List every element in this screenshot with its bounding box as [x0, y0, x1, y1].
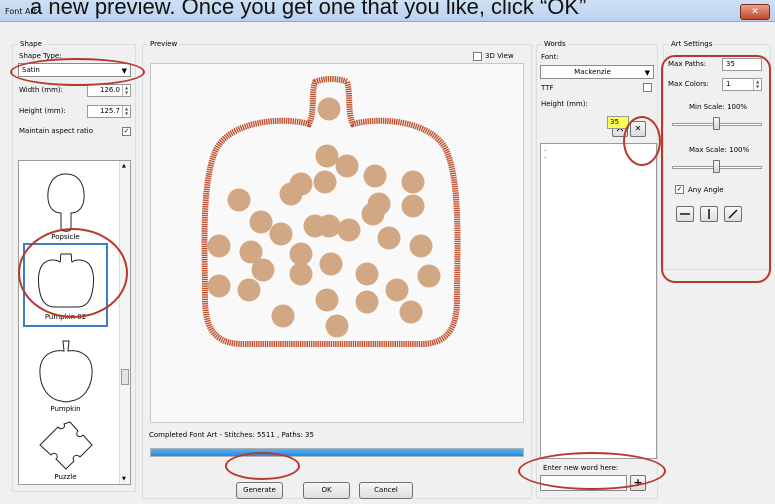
shape-group-label: Shape	[18, 40, 44, 48]
generate-button[interactable]: Generate	[236, 482, 283, 499]
stitch-dot	[315, 288, 339, 312]
stitch-dot	[269, 222, 293, 246]
view-3d-checkbox[interactable]	[473, 52, 482, 61]
word-height-label: Height (mm):	[541, 100, 588, 108]
stitch-dot	[401, 170, 425, 194]
pumpkin-preview-graphic	[201, 76, 461, 347]
stitch-dot	[337, 218, 361, 242]
progress-bar	[150, 448, 524, 457]
spinner-arrows-icon[interactable]: ▲ ▼	[122, 85, 130, 96]
height-label: Height (mm):	[19, 107, 66, 115]
dialog-body: Shape Shape Type: Satin ▼ Width (mm): 12…	[0, 22, 775, 504]
stitch-dot	[385, 278, 409, 302]
progress-fill	[151, 449, 523, 456]
stitch-dot	[325, 314, 349, 338]
stitch-dot	[251, 258, 275, 282]
words-list[interactable]: . .	[540, 143, 657, 459]
stitch-dot	[317, 97, 341, 121]
aspect-ratio-checkbox[interactable]: ✓	[122, 127, 131, 136]
stitch-dot	[289, 262, 313, 286]
stitch-dot	[319, 252, 343, 276]
stitch-dot-group	[207, 97, 441, 338]
scroll-up-icon[interactable]: ▲	[122, 163, 126, 169]
font-select[interactable]: Mackenzie ▼	[540, 65, 654, 79]
puzzle-shape-icon	[38, 421, 93, 470]
stitch-dot	[401, 194, 425, 218]
stitch-dot	[317, 214, 341, 238]
preview-group-label: Preview	[148, 40, 180, 48]
aspect-ratio-label: Maintain aspect ratio	[19, 127, 93, 135]
close-button[interactable]: ✕	[740, 4, 770, 20]
stitch-dot	[315, 144, 339, 168]
close-icon: ✕	[751, 7, 759, 17]
title-bar: Font Art a new preview. Once you get one…	[0, 0, 775, 22]
shape-list[interactable]: Popsicle Pumpkin 02 Pumpkin Puzzle ▲ ▼	[18, 160, 131, 485]
stitch-dot	[377, 226, 401, 250]
status-text: Completed Font Art - Stitches: 5511 , Pa…	[149, 431, 314, 439]
height-spinner[interactable]: 125.7 ▲ ▼	[87, 105, 131, 118]
preview-group: Preview 3D View Completed Font Art - Sti…	[142, 40, 532, 499]
ttf-checkbox[interactable]	[643, 83, 652, 92]
ok-button[interactable]: OK	[303, 482, 350, 499]
popsicle-shape-icon	[46, 173, 85, 232]
spinner-arrows-icon[interactable]: ▲ ▼	[122, 106, 130, 117]
shape-list-scrollbar[interactable]: ▲ ▼	[119, 161, 130, 484]
scroll-thumb[interactable]	[121, 369, 129, 385]
annotation-box-art-settings	[661, 55, 771, 283]
stitch-dot	[289, 172, 313, 196]
annotation-circle-clear	[623, 116, 661, 166]
stitch-dot	[363, 164, 387, 188]
shape-item-pumpkin[interactable]: Pumpkin	[23, 339, 108, 413]
stitch-dot	[355, 290, 379, 314]
width-spinner[interactable]: 126.0 ▲ ▼	[87, 84, 131, 97]
annotation-circle-generate	[225, 452, 300, 480]
font-value: Mackenzie	[574, 68, 611, 76]
stitch-dot	[227, 188, 251, 212]
stitch-dot	[399, 300, 423, 324]
view-3d-label: 3D View	[485, 52, 514, 60]
stitch-dot	[207, 234, 231, 258]
shape-item-label: Puzzle	[54, 473, 77, 481]
annotation-circle-shape-item	[18, 228, 128, 318]
stitch-dot	[355, 262, 379, 286]
stitch-dot	[417, 264, 441, 288]
height-value: 125.7	[99, 107, 120, 115]
words-group: Words Font: Mackenzie ▼ TTF Height (mm):…	[536, 40, 658, 499]
stitch-dot	[409, 234, 433, 258]
shape-item-puzzle[interactable]: Puzzle	[23, 421, 108, 481]
stitch-dot	[313, 170, 337, 194]
stitch-dot	[237, 278, 261, 302]
ttf-label: TTF	[541, 84, 554, 92]
stitch-dot	[271, 304, 295, 328]
width-label: Width (mm):	[19, 86, 64, 94]
pumpkin-shape-icon	[38, 340, 93, 403]
annotation-circle-new-word	[518, 452, 666, 490]
stitch-dot	[289, 242, 313, 266]
chevron-down-icon: ▼	[644, 69, 650, 77]
words-group-label: Words	[542, 40, 568, 48]
art-settings-label: Art Settings	[669, 40, 715, 48]
cancel-button[interactable]: Cancel	[359, 482, 413, 499]
font-label: Font:	[541, 53, 559, 61]
tutorial-caption: a new preview. Once you get one that you…	[30, 0, 587, 19]
stitch-dot	[361, 202, 385, 226]
preview-canvas	[150, 63, 524, 423]
stitch-dot	[207, 274, 231, 298]
stitch-dot	[335, 154, 359, 178]
shape-item-label: Pumpkin	[50, 405, 81, 413]
scroll-down-icon[interactable]: ▼	[122, 476, 126, 482]
width-value: 126.0	[99, 86, 120, 94]
stitch-dot	[249, 210, 273, 234]
annotation-circle-shape-type	[10, 58, 145, 86]
